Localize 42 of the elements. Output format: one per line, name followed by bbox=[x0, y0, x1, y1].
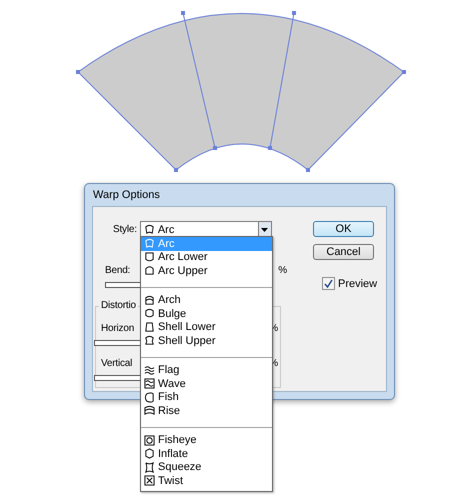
warp-shape-icon bbox=[144, 322, 155, 333]
menu-item[interactable]: Fish bbox=[141, 390, 272, 404]
warp-shape-icon bbox=[144, 475, 155, 486]
cancel-button[interactable]: Cancel bbox=[313, 244, 374, 260]
menu-item[interactable]: Fisheye bbox=[141, 434, 272, 447]
menu-item[interactable]: Squeeze bbox=[141, 460, 272, 474]
bend-label: Bend: bbox=[105, 265, 130, 276]
menu-item[interactable]: Shell Lower bbox=[141, 320, 272, 334]
warp-shape-icon bbox=[144, 448, 155, 460]
menu-item[interactable]: Twist bbox=[141, 474, 272, 488]
slider-label: Vertical bbox=[101, 358, 132, 369]
ok-button[interactable]: OK bbox=[313, 221, 374, 237]
window-title: Warp Options bbox=[93, 189, 160, 201]
menu-item[interactable]: Bulge bbox=[141, 307, 272, 320]
warp-shape-icon bbox=[144, 392, 155, 403]
warp-shape-icon bbox=[144, 265, 155, 276]
warp-shape-icon bbox=[144, 308, 155, 320]
warp-shape-icon bbox=[144, 252, 155, 263]
slider-label: Horizon bbox=[101, 323, 134, 334]
caret-icon[interactable] bbox=[261, 228, 268, 232]
group-title: Distortio bbox=[99, 300, 138, 311]
percent-label: % bbox=[278, 265, 287, 276]
warp-shape-icon bbox=[144, 405, 155, 416]
menu-item[interactable]: Arch bbox=[141, 294, 272, 307]
warp-shape-icon bbox=[144, 238, 155, 250]
menu-item[interactable]: Shell Upper bbox=[141, 334, 272, 348]
warp-shape-icon bbox=[144, 462, 155, 473]
style-label: Style: bbox=[113, 224, 137, 235]
warp-shape-icon bbox=[144, 335, 155, 346]
preview-label: Preview bbox=[338, 278, 378, 290]
preview-checkbox[interactable] bbox=[322, 277, 335, 290]
warp-shape-icon bbox=[144, 364, 155, 376]
menu-item[interactable]: Rise bbox=[141, 404, 272, 418]
menu-item[interactable]: Flag bbox=[141, 364, 272, 377]
warp-shape-icon bbox=[144, 378, 155, 390]
warp-shape-icon bbox=[144, 224, 155, 235]
menu-item[interactable]: Arc Lower bbox=[141, 250, 272, 264]
warp-shape-icon bbox=[144, 294, 155, 306]
warp-shape-icon bbox=[144, 434, 155, 446]
menu-item[interactable]: Wave bbox=[141, 377, 272, 390]
menu-item[interactable]: Arc Upper bbox=[141, 264, 272, 278]
menu-item[interactable]: Inflate bbox=[141, 447, 272, 460]
